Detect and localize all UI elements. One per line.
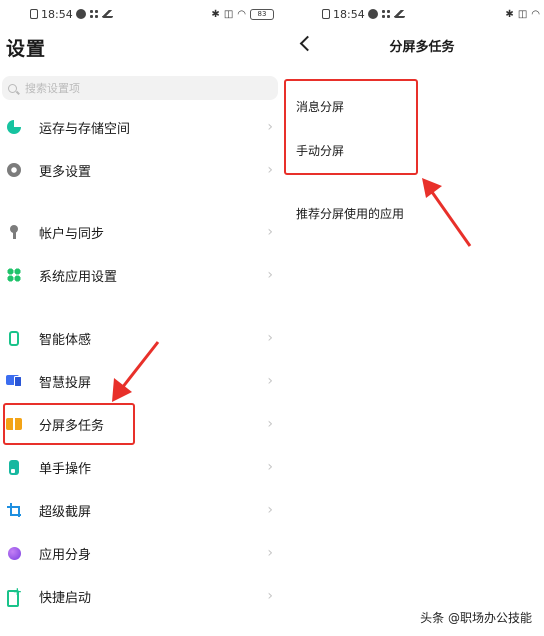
settings-item-storage[interactable]: 运存与存储空间 › [0,107,282,147]
chevron-right-icon: › [267,330,273,346]
crop-icon [6,502,22,518]
sim-icon [30,9,38,19]
one-hand-icon [6,459,22,475]
chevron-right-icon: › [267,416,273,432]
settings-item-label: 智能体感 [39,332,92,348]
settings-item-label: 更多设置 [39,164,92,180]
phone-motion-icon [6,330,22,346]
mute-icon: ◫ [223,8,234,20]
gear-icon [6,162,22,178]
crown-icon [101,10,113,18]
apps-grid-icon [6,267,22,283]
bluetooth-icon: ✱ [505,8,514,20]
highlight-box [284,79,418,175]
sim-icon [322,9,330,19]
bluetooth-icon: ✱ [211,8,220,20]
settings-item-motion[interactable]: 智能体感 › [0,318,282,358]
highlight-box [3,403,135,445]
key-icon [6,224,22,240]
chevron-right-icon: › [267,545,273,561]
chevron-right-icon: › [267,502,273,518]
settings-item-system-apps[interactable]: 系统应用设置 › [0,255,282,295]
page-title: 分屏多任务 [389,40,455,55]
settings-item-label: 帐户与同步 [39,226,105,242]
screen-cast-icon [6,373,22,389]
crown-icon [393,10,405,18]
wifi-icon: ◠ [237,8,246,20]
wifi-icon: ◠ [531,8,540,20]
chevron-right-icon: › [267,224,273,240]
app-notification-icon [380,9,391,19]
settings-item-cast[interactable]: 智慧投屏 › [0,361,282,401]
search-icon [8,83,17,93]
quick-launch-icon [6,585,22,607]
chevron-right-icon: › [267,162,273,178]
recommended-apps-header: 推荐分屏使用的应用 [296,207,405,221]
status-time: 18:54 [333,7,365,21]
chevron-right-icon: › [267,588,273,604]
chevron-right-icon: › [267,119,273,135]
app-clone-icon [6,545,22,561]
chevron-right-icon: › [267,267,273,283]
watermark: 头条 @职场办公技能 [420,611,532,625]
settings-item-accounts[interactable]: 帐户与同步 › [0,212,282,252]
chevron-right-icon: › [267,373,273,389]
page-title: 设置 [6,38,47,60]
notification-icon [367,9,378,19]
notification-icon [75,9,86,19]
status-bar: 18:54 ✱ ◫ ◠ 83 [0,0,282,28]
storage-pie-icon [6,119,22,135]
status-time: 18:54 [41,7,73,21]
mute-icon: ◫ [517,8,528,20]
settings-item-label: 系统应用设置 [39,269,118,285]
battery-icon: 83 [250,8,274,20]
app-notification-icon [88,9,99,19]
settings-item-quick-launch[interactable]: 快捷启动 › [0,576,282,616]
settings-item-label: 单手操作 [39,461,92,477]
settings-item-more[interactable]: 更多设置 › [0,150,282,190]
settings-panel: 18:54 ✱ ◫ ◠ 83 设置 运存与存储空间 › 更多设置 › 帐户与同步… [0,0,282,636]
status-bar: 18:54 ✱ ◫ ◠ [288,0,544,28]
settings-item-label: 运存与存储空间 [39,121,131,137]
settings-item-screenshot[interactable]: 超级截屏 › [0,490,282,530]
search-input[interactable] [25,81,245,95]
settings-item-app-clone[interactable]: 应用分身 › [0,533,282,573]
settings-item-label: 超级截屏 [39,504,92,520]
split-screen-panel: 18:54 ✱ ◫ ◠ 分屏多任务 消息分屏 手动分屏 推荐分屏使用的应用 [282,0,544,636]
chevron-right-icon: › [267,459,273,475]
settings-item-one-hand[interactable]: 单手操作 › [0,447,282,487]
search-bar[interactable] [2,76,278,100]
settings-item-label: 快捷启动 [39,590,92,606]
settings-item-label: 智慧投屏 [39,375,92,391]
settings-item-label: 应用分身 [39,547,92,563]
